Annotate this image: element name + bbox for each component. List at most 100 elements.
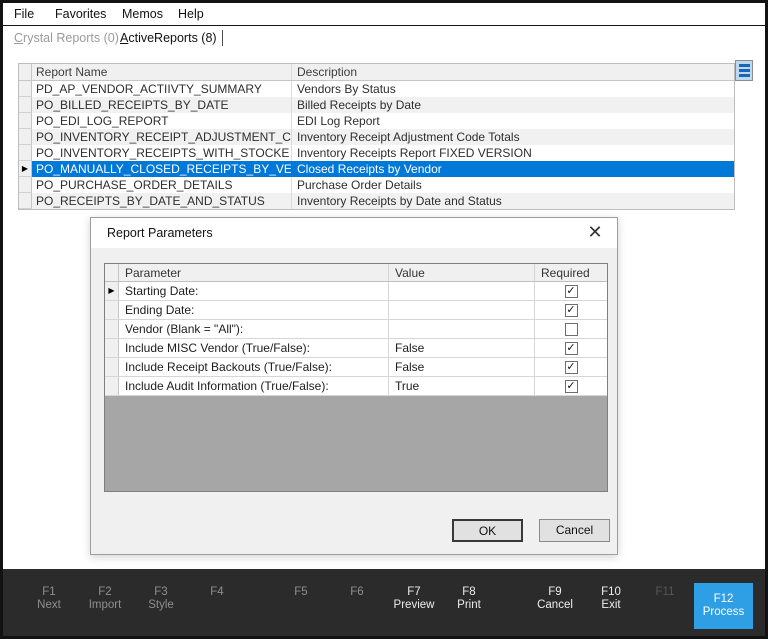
parameter-cell: Include MISC Vendor (True/False): bbox=[119, 339, 389, 357]
menu-item-memos[interactable]: Memos bbox=[122, 7, 163, 21]
row-selector-cell bbox=[19, 97, 32, 113]
value-cell[interactable] bbox=[389, 301, 535, 319]
param-row: Include Receipt Backouts (True/False): F… bbox=[105, 358, 607, 377]
table-row[interactable]: PO_PURCHASE_ORDER_DETAILS Purchase Order… bbox=[19, 177, 734, 193]
col-value: Value bbox=[389, 264, 535, 281]
description-cell: Inventory Receipts Report FIXED VERSION bbox=[292, 145, 734, 161]
menu-item-favorites[interactable]: Favorites bbox=[55, 7, 106, 21]
fkey-f1[interactable]: F1Next bbox=[17, 586, 81, 612]
param-row-selector bbox=[105, 320, 119, 338]
required-checkbox[interactable]: ✓ bbox=[565, 342, 578, 355]
tab-activereports[interactable]: ActiveReports (8) bbox=[120, 31, 217, 45]
report-name-cell: PO_MANUALLY_CLOSED_RECEIPTS_BY_VE bbox=[32, 161, 292, 177]
value-cell[interactable] bbox=[389, 282, 535, 300]
row-selector-cell bbox=[19, 81, 32, 97]
description-cell: Inventory Receipts by Date and Status bbox=[292, 193, 734, 209]
table-row[interactable]: PO_INVENTORY_RECEIPT_ADJUSTMENT_C Invent… bbox=[19, 129, 734, 145]
description-cell: Billed Receipts by Date bbox=[292, 97, 734, 113]
row-selector-cell bbox=[19, 177, 32, 193]
param-row-selector bbox=[105, 377, 119, 395]
fkey-f5[interactable]: F5 bbox=[269, 586, 333, 599]
required-checkbox[interactable]: ✓ bbox=[565, 380, 578, 393]
fkey-f11[interactable]: F11 bbox=[633, 586, 697, 599]
param-row: Vendor (Blank = "All"): bbox=[105, 320, 607, 339]
grid-menu-button[interactable] bbox=[735, 60, 753, 81]
table-row[interactable]: PO_EDI_LOG_REPORT EDI Log Report bbox=[19, 113, 734, 129]
param-row-arrow-icon: ▶ bbox=[105, 282, 119, 300]
param-row: ▶ Starting Date: ✓ bbox=[105, 282, 607, 301]
parameter-cell: Include Audit Information (True/False): bbox=[119, 377, 389, 395]
report-name-cell: PO_INVENTORY_RECEIPT_ADJUSTMENT_C bbox=[32, 129, 292, 145]
table-row-selected[interactable]: ▶ PO_MANUALLY_CLOSED_RECEIPTS_BY_VE Clos… bbox=[19, 161, 734, 177]
report-name-cell: PD_AP_VENDOR_ACTIIVTY_SUMMARY bbox=[32, 81, 292, 97]
table-row[interactable]: PD_AP_VENDOR_ACTIIVTY_SUMMARY Vendors By… bbox=[19, 81, 734, 97]
value-cell[interactable]: True bbox=[389, 377, 535, 395]
col-required: Required bbox=[535, 264, 607, 281]
tab-crystal-label: rystal Reports (0) bbox=[23, 31, 119, 45]
description-cell: EDI Log Report bbox=[292, 113, 734, 129]
param-row-selector bbox=[105, 358, 119, 376]
required-cell: ✓ bbox=[535, 358, 607, 376]
required-cell: ✓ bbox=[535, 301, 607, 319]
ok-button[interactable]: OK bbox=[452, 519, 523, 542]
required-checkbox[interactable] bbox=[565, 323, 578, 336]
row-selector-cell bbox=[19, 129, 32, 145]
fkey-f8[interactable]: F8Print bbox=[437, 586, 501, 612]
param-row: Include Audit Information (True/False): … bbox=[105, 377, 607, 396]
hamburger-icon bbox=[736, 64, 752, 77]
table-row[interactable]: PO_RECEIPTS_BY_DATE_AND_STATUS Inventory… bbox=[19, 193, 734, 209]
required-cell: ✓ bbox=[535, 282, 607, 300]
row-selector-cell bbox=[19, 113, 32, 129]
description-cell: Closed Receipts by Vendor bbox=[292, 161, 734, 177]
col-parameter: Parameter bbox=[119, 264, 389, 281]
dialog-title-bar: Report Parameters ✕ bbox=[91, 218, 617, 248]
tab-strip: Crystal Reports (0) ActiveReports (8) bbox=[3, 27, 765, 48]
fkey-f6[interactable]: F6 bbox=[325, 586, 389, 599]
param-row-selector bbox=[105, 339, 119, 357]
description-cell: Purchase Order Details bbox=[292, 177, 734, 193]
required-checkbox[interactable]: ✓ bbox=[565, 361, 578, 374]
parameter-cell: Starting Date: bbox=[119, 282, 389, 300]
fkey-f9[interactable]: F9Cancel bbox=[523, 586, 587, 612]
tab-separator bbox=[222, 30, 223, 46]
app-window: File Favorites Memos Help Crystal Report… bbox=[0, 0, 768, 639]
menu-item-help[interactable]: Help bbox=[178, 7, 204, 21]
value-cell[interactable] bbox=[389, 320, 535, 338]
col-description[interactable]: Description bbox=[292, 64, 734, 80]
tab-crystal-reports[interactable]: Crystal Reports (0) bbox=[14, 31, 119, 45]
value-cell[interactable]: False bbox=[389, 358, 535, 376]
required-checkbox[interactable]: ✓ bbox=[565, 304, 578, 317]
menu-item-file[interactable]: File bbox=[14, 7, 34, 21]
dialog-title: Report Parameters bbox=[107, 226, 213, 240]
table-row[interactable]: PO_INVENTORY_RECEIPTS_WITH_STOCKE Invent… bbox=[19, 145, 734, 161]
report-name-cell: PO_INVENTORY_RECEIPTS_WITH_STOCKE bbox=[32, 145, 292, 161]
fkey-f4[interactable]: F4 bbox=[185, 586, 249, 599]
description-cell: Vendors By Status bbox=[292, 81, 734, 97]
report-name-cell: PO_EDI_LOG_REPORT bbox=[32, 113, 292, 129]
params-table-header: Parameter Value Required bbox=[105, 264, 607, 282]
col-report-name[interactable]: Report Name bbox=[32, 64, 292, 80]
fkey-f12-process-button[interactable]: F12Process bbox=[694, 583, 753, 629]
row-selector-cell bbox=[19, 145, 32, 161]
params-table: Parameter Value Required ▶ Starting Date… bbox=[104, 263, 608, 492]
report-name-cell: PO_RECEIPTS_BY_DATE_AND_STATUS bbox=[32, 193, 292, 209]
tab-crystal-accel: C bbox=[14, 31, 23, 45]
row-selector-cell bbox=[19, 193, 32, 209]
required-checkbox[interactable]: ✓ bbox=[565, 285, 578, 298]
table-row[interactable]: PO_BILLED_RECEIPTS_BY_DATE Billed Receip… bbox=[19, 97, 734, 113]
row-selector-header bbox=[19, 64, 32, 80]
reports-table: Report Name Description PD_AP_VENDOR_ACT… bbox=[18, 63, 735, 210]
required-cell bbox=[535, 320, 607, 338]
report-parameters-dialog: Report Parameters ✕ Parameter Value Requ… bbox=[90, 217, 618, 555]
cancel-button[interactable]: Cancel bbox=[539, 519, 610, 542]
fkey-f2[interactable]: F2Import bbox=[73, 586, 137, 612]
tab-active-label: ctiveReports (8) bbox=[128, 31, 216, 45]
menu-bar: File Favorites Memos Help bbox=[3, 3, 765, 26]
param-selector-header bbox=[105, 264, 119, 281]
value-cell[interactable]: False bbox=[389, 339, 535, 357]
param-row: Ending Date: ✓ bbox=[105, 301, 607, 320]
param-row-selector bbox=[105, 301, 119, 319]
close-icon[interactable]: ✕ bbox=[583, 220, 607, 244]
report-name-cell: PO_BILLED_RECEIPTS_BY_DATE bbox=[32, 97, 292, 113]
fkey-f3[interactable]: F3Style bbox=[129, 586, 193, 612]
